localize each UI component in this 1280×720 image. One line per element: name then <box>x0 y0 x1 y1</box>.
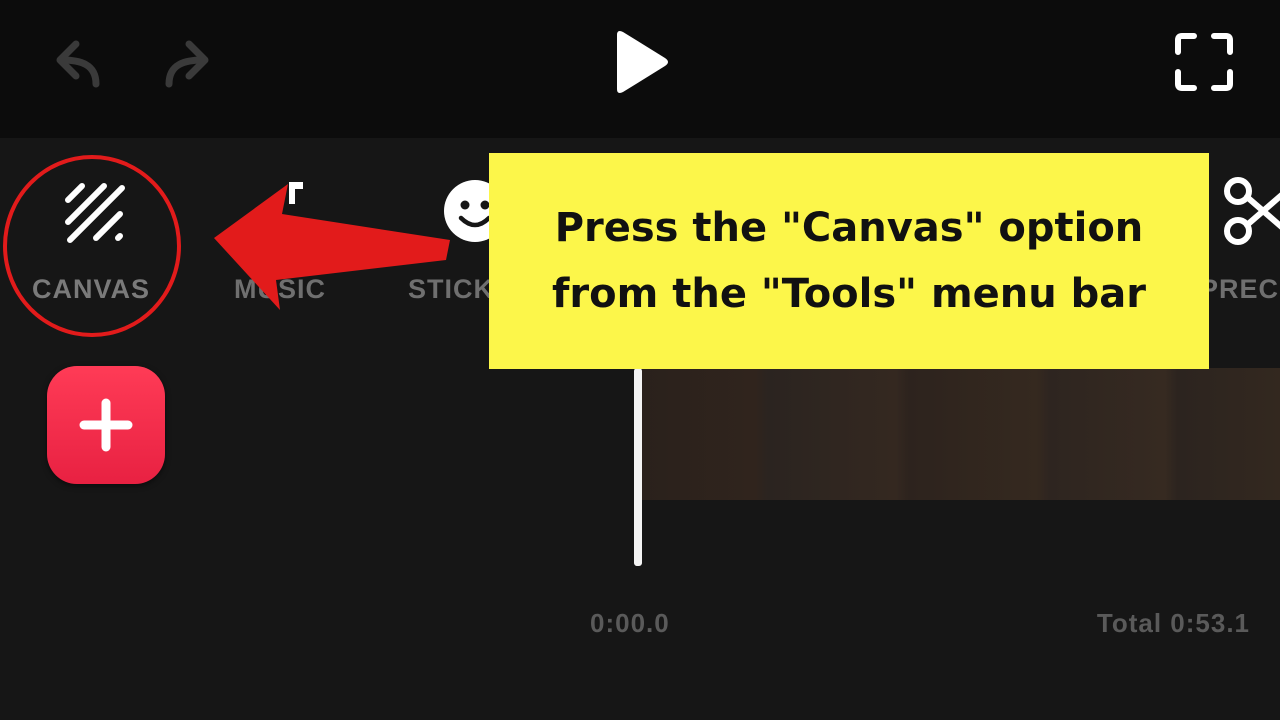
total-time: Total 0:53.1 <box>1096 608 1250 638</box>
scissors-icon <box>1220 173 1280 248</box>
fullscreen-icon[interactable] <box>1168 28 1240 96</box>
red-arrow-annotation <box>210 180 455 320</box>
undo-icon[interactable] <box>40 30 110 90</box>
play-icon[interactable] <box>605 25 675 100</box>
current-time: 0:00.0 <box>590 608 670 638</box>
tool-label-precut: PREC <box>1200 274 1280 304</box>
instruction-callout: Press the "Canvas" option from the "Tool… <box>489 153 1209 369</box>
playhead[interactable] <box>634 368 642 566</box>
video-clip-strip[interactable] <box>640 368 1280 500</box>
video-editor-screen: CANVAS MUSIC STICK PREC 0:00.0 Total 0:5… <box>0 0 1280 720</box>
callout-text: Press the "Canvas" option from the "Tool… <box>552 205 1146 317</box>
add-clip-button[interactable] <box>47 366 165 484</box>
redo-icon[interactable] <box>155 30 225 90</box>
tool-precut[interactable]: PREC <box>1200 138 1280 328</box>
top-bar <box>0 0 1280 138</box>
plus-icon <box>76 395 136 455</box>
highlight-circle <box>3 155 181 337</box>
